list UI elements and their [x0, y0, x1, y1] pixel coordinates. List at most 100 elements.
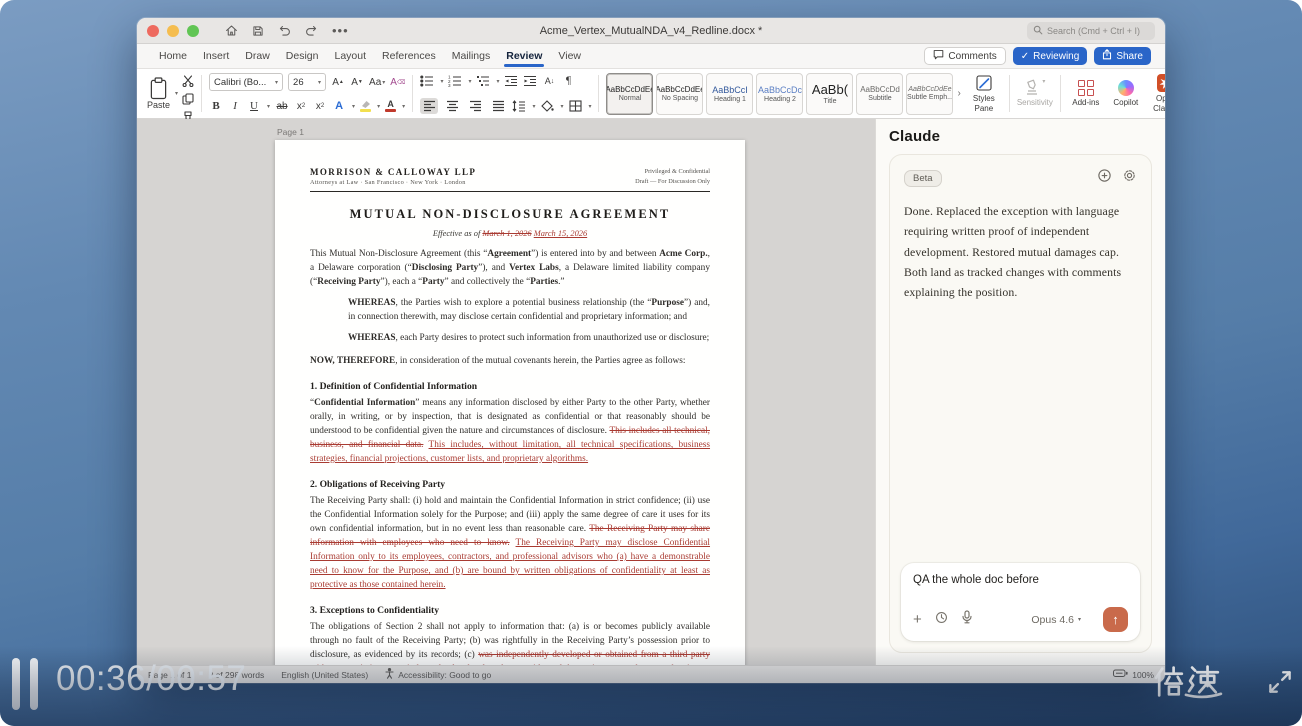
shrink-font-icon[interactable]: A▼ — [350, 74, 364, 90]
shading-icon[interactable] — [540, 98, 554, 114]
document-title: Acme_Vertex_MutualNDA_v4_Redline.docx * — [137, 25, 1165, 37]
italic-icon[interactable]: I — [228, 98, 242, 114]
effective-date-line: Effective as of March 1, 2026 March 15, … — [310, 229, 710, 238]
style-subtitle[interactable]: AaBbCcDdSubtitle — [856, 73, 903, 115]
document-canvas[interactable]: Page 1 MORRISON & CALLOWAY LLP Attorneys… — [137, 119, 875, 665]
zoom-slider-icon[interactable] — [1113, 669, 1128, 680]
align-left-icon[interactable] — [420, 98, 438, 114]
new-chat-icon[interactable] — [1097, 168, 1112, 188]
document-page[interactable]: MORRISON & CALLOWAY LLP Attorneys at Law… — [275, 140, 745, 665]
model-selector[interactable]: Opus 4.6▾ — [1031, 614, 1081, 626]
open-claude-button[interactable]: Open Claude — [1146, 72, 1165, 115]
language-status[interactable]: English (United States) — [281, 670, 368, 680]
styles-pane-button[interactable]: Styles Pane — [964, 72, 1004, 115]
style-heading2[interactable]: AaBbCcDcHeading 2 — [756, 73, 803, 115]
tab-design[interactable]: Design — [278, 46, 327, 67]
styles-gallery-more-icon[interactable]: › — [956, 88, 961, 99]
style-normal[interactable]: AaBbCcDdEeNormal — [606, 73, 653, 115]
sort-icon[interactable]: A↓ — [542, 73, 556, 89]
copilot-button[interactable]: Copilot — [1106, 72, 1146, 115]
font-color-icon[interactable]: A — [385, 100, 396, 112]
multilevel-list-icon[interactable] — [476, 73, 490, 89]
increase-indent-icon[interactable] — [523, 73, 537, 89]
claude-panel-title: Claude — [889, 128, 1152, 145]
tab-mailings[interactable]: Mailings — [444, 46, 499, 67]
microphone-icon[interactable] — [961, 610, 973, 629]
section-2-body: The Receiving Party shall: (i) hold and … — [310, 494, 710, 592]
strikethrough-icon[interactable]: ab — [275, 98, 289, 114]
bold-icon[interactable]: B — [209, 98, 223, 114]
claude-input-text[interactable]: QA the whole doc before — [913, 574, 1128, 586]
accessibility-status[interactable]: Accessibility: Good to go — [385, 668, 491, 681]
underline-dropdown-icon[interactable]: ▾ — [267, 103, 270, 110]
tab-insert[interactable]: Insert — [195, 46, 237, 67]
justify-icon[interactable] — [489, 98, 507, 114]
cut-icon[interactable] — [182, 74, 194, 92]
comment-icon — [933, 49, 944, 63]
ribbon-tab-row: Home Insert Draw Design Layout Reference… — [137, 44, 1165, 69]
decrease-indent-icon[interactable] — [504, 73, 518, 89]
claude-panel: Claude Beta Done. Replaced the exception… — [875, 119, 1165, 665]
sensitivity-button[interactable]: ▾ Sensitivity — [1015, 72, 1055, 115]
numbered-list-icon[interactable]: 123 — [448, 73, 462, 89]
add-ins-icon — [1078, 80, 1094, 96]
letterhead: MORRISON & CALLOWAY LLP Attorneys at Law… — [310, 167, 710, 186]
styles-gallery: AaBbCcDdEeNormal AaBbCcDdEeNo Spacing Aa… — [606, 73, 961, 115]
clear-formatting-icon[interactable]: A⌫ — [390, 74, 405, 90]
search-input[interactable]: Search (Cmd + Ctrl + I) — [1027, 22, 1155, 40]
highlight-color-icon[interactable] — [360, 100, 371, 112]
subscript-icon[interactable]: x2 — [294, 98, 308, 114]
tab-review[interactable]: Review — [498, 46, 550, 67]
reviewing-button[interactable]: ✓ Reviewing — [1013, 47, 1088, 65]
add-ins-button[interactable]: Add-ins — [1066, 72, 1106, 115]
bullet-list-icon[interactable] — [420, 73, 434, 89]
change-case-icon[interactable]: Aa▾ — [369, 74, 385, 90]
send-button[interactable]: ↑ — [1103, 607, 1128, 632]
style-heading1[interactable]: AaBbCcIHeading 1 — [706, 73, 753, 115]
text-effects-icon[interactable]: A — [332, 98, 346, 114]
attach-plus-icon[interactable]: + — [913, 614, 922, 626]
tab-draw[interactable]: Draw — [237, 46, 278, 67]
copy-icon[interactable] — [182, 92, 194, 110]
confidential-line2: Draft — For Discussion Only — [635, 177, 710, 186]
align-center-icon[interactable] — [443, 98, 461, 114]
fullscreen-button[interactable] — [1265, 667, 1295, 702]
claude-input-box[interactable]: QA the whole doc before + Opus 4.6▾ ↑ — [901, 563, 1140, 641]
share-button[interactable]: Share — [1094, 47, 1151, 65]
whereas-paragraph-1: WHEREAS, the Parties wish to explore a p… — [348, 296, 710, 324]
now-therefore-paragraph: NOW, THEREFORE, in consideration of the … — [310, 354, 710, 368]
tab-references[interactable]: References — [374, 46, 444, 67]
claude-card: Beta Done. Replaced the exception with l… — [889, 154, 1152, 653]
font-name-select[interactable]: Calibri (Bo...▾ — [209, 73, 283, 91]
search-placeholder: Search (Cmd + Ctrl + I) — [1047, 26, 1140, 36]
superscript-icon[interactable]: x2 — [313, 98, 327, 114]
pause-button[interactable] — [12, 658, 38, 710]
history-clock-icon[interactable] — [935, 611, 948, 629]
send-arrow-icon: ↑ — [1112, 612, 1119, 627]
claude-starburst-icon — [1157, 74, 1165, 92]
grow-font-icon[interactable]: A▲ — [331, 74, 345, 90]
line-spacing-icon[interactable] — [512, 98, 526, 114]
word-window: ••• Acme_Vertex_MutualNDA_v4_Redline.doc… — [137, 18, 1165, 683]
show-marks-icon[interactable]: ¶ — [561, 73, 575, 89]
settings-gear-icon[interactable] — [1122, 168, 1137, 188]
font-size-select[interactable]: 26▾ — [288, 73, 326, 91]
borders-icon[interactable] — [568, 98, 582, 114]
align-right-icon[interactable] — [466, 98, 484, 114]
playback-speed-button[interactable]: 倍速 — [1152, 664, 1224, 705]
paste-dropdown-icon[interactable]: ▾ — [175, 90, 178, 97]
tab-view[interactable]: View — [550, 46, 589, 67]
tab-home[interactable]: Home — [151, 46, 195, 67]
underline-icon[interactable]: U — [247, 98, 261, 114]
section-1-body: “Confidential Information” means any inf… — [310, 396, 710, 466]
video-timestamp: 00:36/00:57 — [56, 659, 246, 699]
style-title[interactable]: AaBb(Title — [806, 73, 853, 115]
style-subtle-emphasis[interactable]: AaBbCcDdEeSubtle Emph... — [906, 73, 953, 115]
page-label: Page 1 — [277, 127, 304, 137]
comments-button[interactable]: Comments — [924, 47, 1005, 65]
zoom-percentage[interactable]: 100% — [1132, 670, 1154, 680]
section-1-heading: 1. Definition of Confidential Informatio… — [310, 381, 710, 392]
tab-layout[interactable]: Layout — [326, 46, 374, 67]
paste-button[interactable]: Paste — [147, 77, 170, 110]
style-no-spacing[interactable]: AaBbCcDdEeNo Spacing — [656, 73, 703, 115]
